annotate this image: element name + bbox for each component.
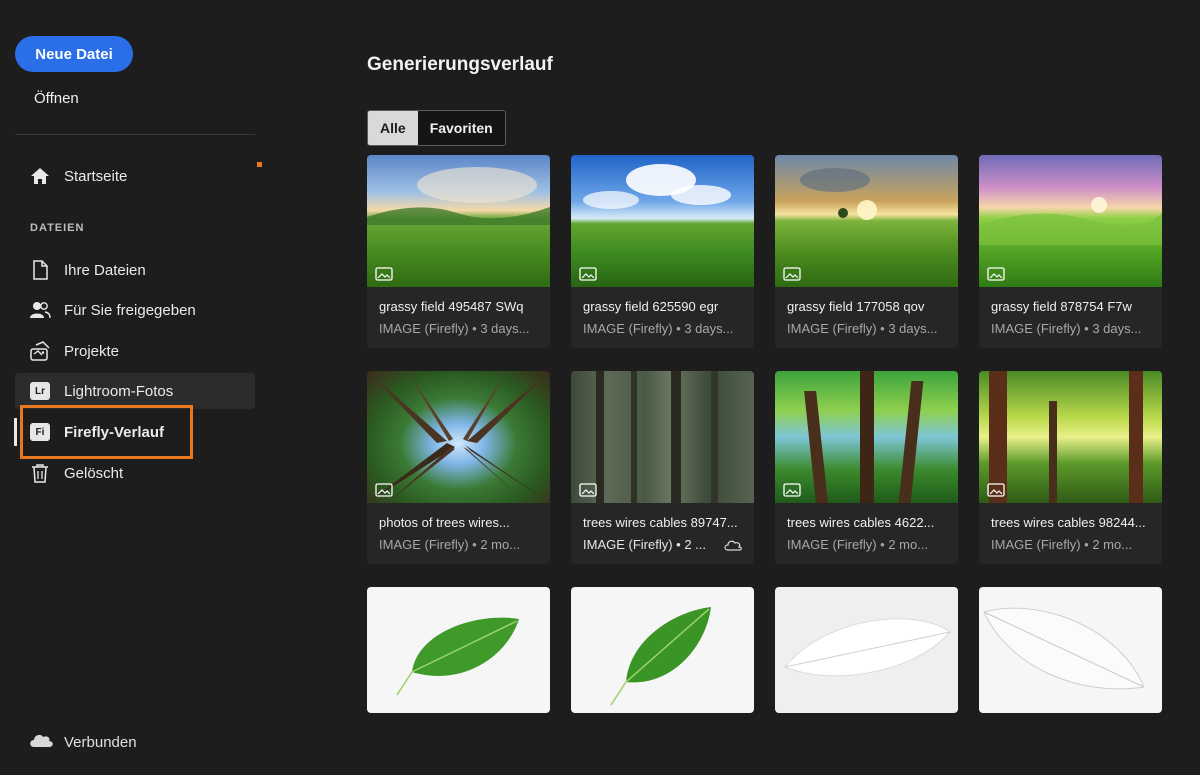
- history-card[interactable]: photos of trees wires... IMAGE (Firefly)…: [367, 371, 550, 564]
- history-card[interactable]: grassy field 625590 egr IMAGE (Firefly) …: [571, 155, 754, 348]
- sidebar-item-shared[interactable]: Für Sie freigegeben: [15, 292, 255, 328]
- history-card[interactable]: [367, 587, 550, 713]
- card-thumbnail[interactable]: [775, 371, 958, 503]
- card-title: trees wires cables 89747...: [583, 515, 738, 530]
- card-title: photos of trees wires...: [379, 515, 510, 530]
- card-meta: IMAGE (Firefly) • 2 mo...: [379, 537, 521, 552]
- card-meta: IMAGE (Firefly) • 2 ...: [571, 530, 754, 564]
- cloud-sync-icon: [724, 540, 742, 551]
- history-card[interactable]: grassy field 177058 qov IMAGE (Firefly) …: [775, 155, 958, 348]
- image-icon: [783, 267, 801, 281]
- card-meta: IMAGE (Firefly) • 3 days...: [787, 321, 938, 336]
- filter-favorites-button[interactable]: Favoriten: [417, 111, 505, 145]
- filter-all-button[interactable]: Alle: [368, 111, 418, 145]
- page-title: Generierungsverlauf: [367, 54, 553, 75]
- shared-users-icon: [29, 299, 51, 321]
- history-card[interactable]: grassy field 495487 SWq IMAGE (Firefly) …: [367, 155, 550, 348]
- card-meta: IMAGE (Firefly) • 2 mo...: [991, 537, 1133, 552]
- history-card[interactable]: [775, 587, 958, 713]
- leaf-image: [983, 607, 1145, 690]
- card-meta: IMAGE (Firefly) • 2 mo...: [787, 537, 929, 552]
- sidebar-item-projects[interactable]: Projekte: [15, 333, 255, 369]
- section-label-files: DATEIEN: [30, 222, 85, 234]
- home-icon: [29, 165, 51, 187]
- sidebar-item-label: Lightroom-Fotos: [64, 382, 174, 400]
- card-thumbnail[interactable]: [979, 155, 1162, 287]
- card-thumbnail[interactable]: [571, 371, 754, 503]
- notification-dot: [257, 162, 262, 167]
- card-meta: IMAGE (Firefly) • 3 days...: [379, 321, 530, 336]
- sidebar-item-label: Gelöscht: [64, 464, 124, 482]
- image-icon: [375, 267, 393, 281]
- history-card[interactable]: trees wires cables 98244... IMAGE (Firef…: [979, 371, 1162, 564]
- image-icon: [987, 267, 1005, 281]
- sidebar-item-home[interactable]: Startseite: [15, 158, 255, 194]
- file-icon: [29, 259, 51, 281]
- history-card[interactable]: [571, 587, 754, 713]
- sidebar-item-label: Ihre Dateien: [64, 261, 146, 279]
- card-thumbnail[interactable]: [367, 155, 550, 287]
- connection-status-label: Verbunden: [64, 733, 137, 751]
- card-meta: IMAGE (Firefly) • 3 days...: [583, 321, 734, 336]
- card-meta: IMAGE (Firefly) • 3 days...: [991, 321, 1142, 336]
- sidebar-item-lightroom[interactable]: Lr Lightroom-Fotos: [15, 373, 255, 409]
- sidebar-item-label: Für Sie freigegeben: [64, 301, 196, 319]
- card-thumbnail[interactable]: [367, 371, 550, 503]
- trash-icon: [29, 462, 51, 484]
- card-title: grassy field 878754 F7w: [991, 299, 1132, 314]
- image-icon: [579, 267, 597, 281]
- cloud-icon: [28, 732, 54, 752]
- card-thumbnail[interactable]: [775, 155, 958, 287]
- leaf-image: [610, 607, 711, 706]
- highlight-box: [20, 405, 193, 459]
- card-thumbnail[interactable]: [367, 587, 550, 713]
- sidebar-item-your-files[interactable]: Ihre Dateien: [15, 252, 255, 288]
- history-card[interactable]: grassy field 878754 F7w IMAGE (Firefly) …: [979, 155, 1162, 348]
- leaf-image: [396, 617, 519, 696]
- image-icon: [375, 483, 393, 497]
- projects-icon: [29, 340, 51, 362]
- history-card[interactable]: trees wires cables 89747... IMAGE (Firef…: [571, 371, 754, 564]
- card-thumbnail[interactable]: [979, 587, 1162, 713]
- card-title: grassy field 177058 qov: [787, 299, 925, 314]
- sidebar: Neue Datei Öffnen Startseite DATEIEN Ihr…: [0, 0, 270, 775]
- card-title: trees wires cables 4622...: [787, 515, 935, 530]
- card-thumbnail[interactable]: [979, 371, 1162, 503]
- leaf-image: [784, 618, 951, 677]
- history-card[interactable]: [979, 587, 1162, 713]
- new-file-button[interactable]: Neue Datei: [15, 36, 133, 72]
- image-icon: [579, 483, 597, 497]
- image-icon: [783, 483, 801, 497]
- history-card[interactable]: trees wires cables 4622... IMAGE (Firefl…: [775, 371, 958, 564]
- sidebar-item-label: Startseite: [64, 167, 128, 185]
- card-thumbnail[interactable]: [571, 155, 754, 287]
- connection-status: Verbunden: [28, 732, 137, 752]
- card-title: trees wires cables 98244...: [991, 515, 1146, 530]
- image-icon: [987, 483, 1005, 497]
- card-thumbnail[interactable]: [571, 587, 754, 713]
- sidebar-item-deleted[interactable]: Gelöscht: [15, 455, 255, 491]
- open-button[interactable]: Öffnen: [34, 90, 79, 107]
- sidebar-divider: [15, 134, 255, 135]
- card-thumbnail[interactable]: [775, 587, 958, 713]
- filter-toggle-group: Alle Favoriten: [367, 110, 506, 146]
- card-title: grassy field 495487 SWq: [379, 299, 524, 314]
- lightroom-icon: Lr: [29, 380, 51, 402]
- card-title: grassy field 625590 egr: [583, 299, 719, 314]
- sidebar-item-label: Projekte: [64, 342, 120, 360]
